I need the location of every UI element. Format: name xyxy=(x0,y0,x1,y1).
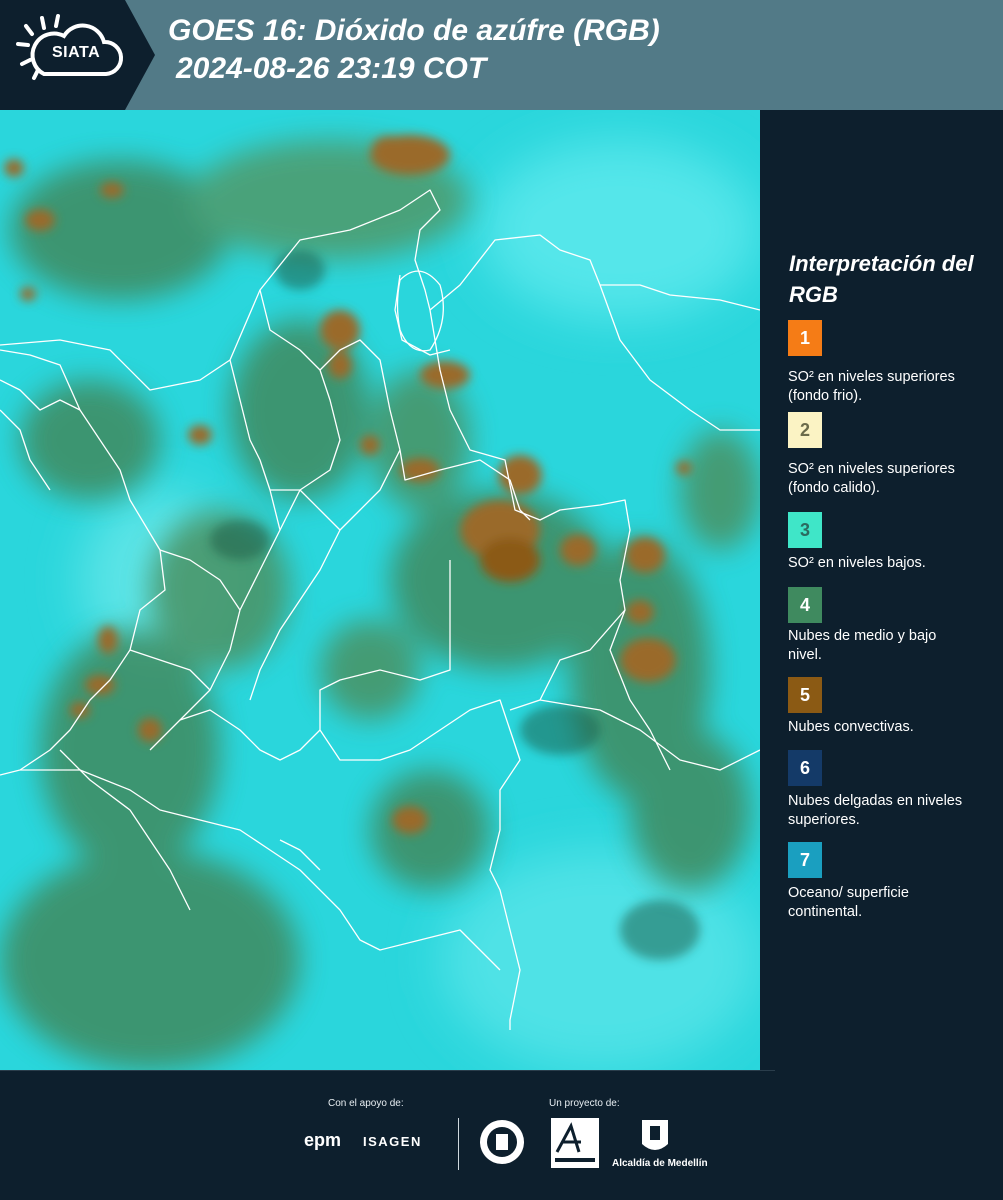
legend-label-3: SO² en niveles bajos. xyxy=(788,555,926,571)
page-title: GOES 16: Dióxido de azúfre (RGB) xyxy=(168,14,660,47)
project-label: Un proyecto de: xyxy=(549,1098,620,1109)
alcaldia-shield-icon xyxy=(642,1120,668,1150)
footer-separator xyxy=(458,1118,459,1170)
isagen-logo: ISAGEN xyxy=(363,1134,422,1149)
legend-swatch-1: 1 xyxy=(788,320,822,356)
legend-panel: Interpretación del RGB 1 SO² en niveles s… xyxy=(760,110,1003,1070)
epm-logo: epm xyxy=(304,1130,342,1150)
map-canvas xyxy=(0,110,760,1070)
medellin-seal-icon xyxy=(480,1120,524,1164)
legend-swatch-5: 5 xyxy=(788,677,822,713)
timestamp: 2024-08-26 23:19 COT xyxy=(176,52,487,85)
legend-swatch-7: 7 xyxy=(788,842,822,878)
alcaldia-label: Alcaldía de Medellín xyxy=(612,1158,708,1169)
legend-title: Interpretación del RGB xyxy=(789,251,974,307)
legend-label-4: Nubes de medio y bajo nivel. xyxy=(788,628,937,663)
legend-label-1: SO² en niveles superiores (fondo frio). xyxy=(788,369,955,404)
legend-swatch-6: 6 xyxy=(788,750,822,786)
legend-label-7: Oceano/ superficie continental. xyxy=(788,885,909,920)
legend-swatch-3: 3 xyxy=(788,512,822,548)
siata-logo-area: SIATA xyxy=(0,0,155,110)
legend-swatch-2: 2 xyxy=(788,412,822,448)
logo-text: SIATA xyxy=(52,44,101,61)
header: SIATA GOES 16: Dióxido de azúfre (RGB) 2… xyxy=(0,0,1003,110)
footer-divider xyxy=(0,1070,775,1071)
footer: Con el apoyo de: Un proyecto de: epm ISA… xyxy=(0,1070,1003,1200)
legend-label-6: Nubes delgadas en niveles superiores. xyxy=(788,793,963,828)
satellite-map[interactable] xyxy=(0,110,760,1070)
legend-label-2: SO² en niveles superiores (fondo calido)… xyxy=(788,461,955,496)
area-metropolitana-logo-icon xyxy=(551,1118,599,1168)
legend-label-5: Nubes convectivas. xyxy=(788,719,914,735)
support-label: Con el apoyo de: xyxy=(328,1098,404,1109)
legend-swatch-4: 4 xyxy=(788,587,822,623)
